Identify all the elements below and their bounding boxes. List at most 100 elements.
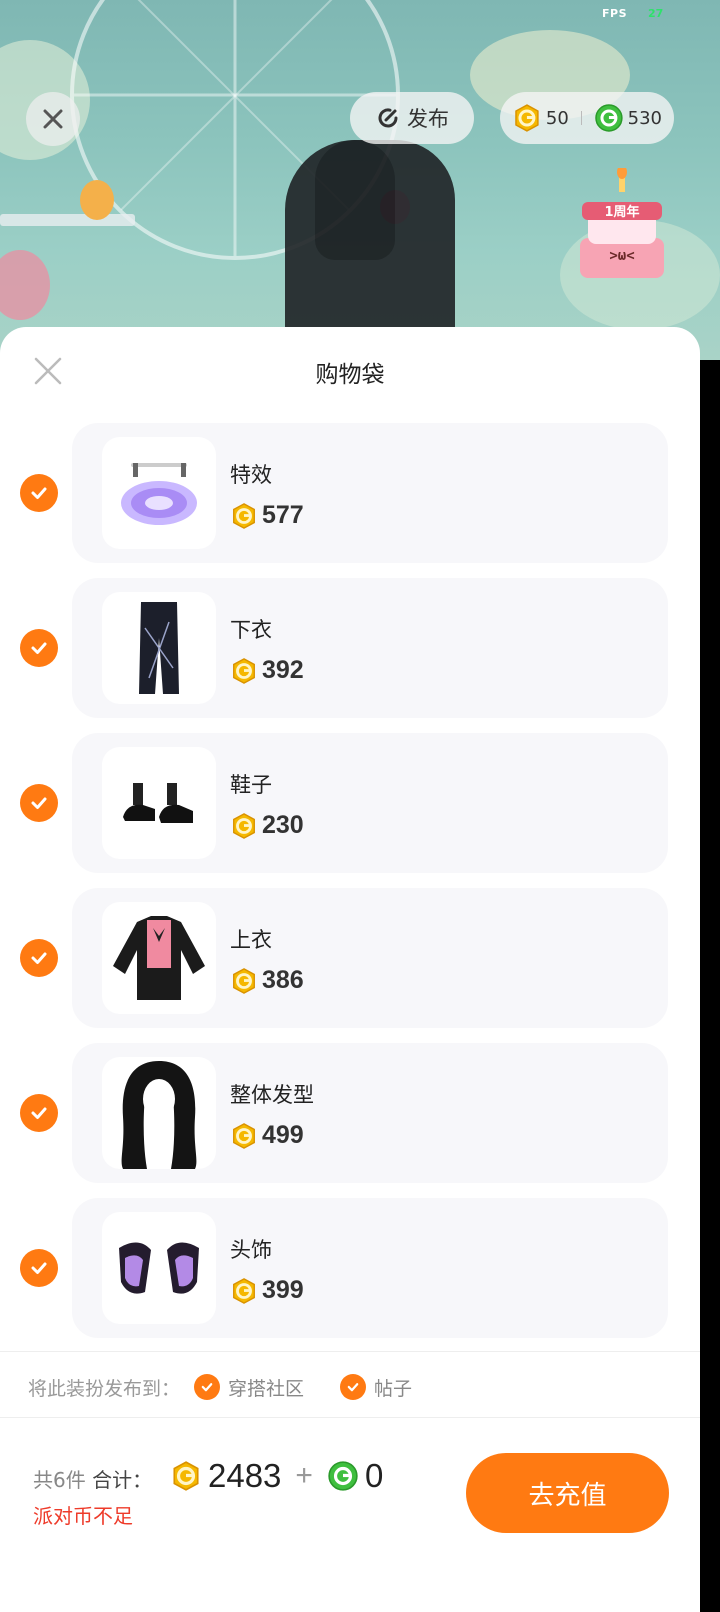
gold-coin-icon (233, 1122, 255, 1149)
gold-coin-icon (233, 502, 255, 529)
option-label: 穿搭社区 (228, 1377, 305, 1400)
shoes-icon (123, 783, 193, 823)
option-checkbox[interactable] (340, 1374, 367, 1400)
check-icon (31, 487, 47, 499)
gold-coin-icon (233, 657, 255, 684)
green-coin-icon (595, 104, 623, 132)
item-price: 386 (230, 966, 304, 995)
item-thumbnail (102, 592, 216, 704)
balloon (80, 180, 114, 220)
plus-sign: + (295, 1459, 313, 1492)
gold-coin-icon (233, 1277, 255, 1304)
cake-text: 1周年 (604, 204, 639, 220)
pants-icon (139, 602, 179, 694)
effect-ring-icon (121, 463, 197, 525)
sheet-title: 购物袋 (315, 362, 385, 388)
green-coin-icon (328, 1461, 358, 1491)
gold-coin-icon (233, 967, 255, 994)
item-price-value: 386 (262, 966, 304, 994)
gold-total: 2483 (208, 1457, 282, 1494)
item-thumbnail (102, 1057, 216, 1169)
anniversary-cake-button[interactable]: 1周年 >ω< (570, 165, 674, 286)
item-checkbox[interactable] (20, 629, 58, 667)
item-price: 230 (230, 811, 304, 840)
divider (580, 111, 582, 125)
check-icon (31, 1262, 47, 1274)
item-name: 鞋子 (230, 773, 272, 797)
divider (0, 1417, 700, 1418)
item-thumbnail (102, 747, 216, 859)
check-icon (201, 1383, 213, 1392)
fps-label: FPS (602, 7, 627, 20)
item-checkbox[interactable] (20, 1094, 58, 1132)
item-card[interactable]: 头饰 399 (72, 1198, 668, 1338)
balloon (0, 250, 50, 320)
item-name: 特效 (230, 463, 272, 487)
gold-coin-icon (173, 1461, 199, 1491)
item-thumbnail (102, 437, 216, 549)
scene-platform (0, 214, 135, 226)
cake-icon: 1周年 >ω< (580, 165, 664, 278)
ears-icon (119, 1242, 199, 1294)
item-price: 577 (230, 501, 304, 530)
hair-icon (121, 1061, 197, 1169)
item-name: 上衣 (230, 928, 272, 952)
check-icon (347, 1383, 359, 1392)
item-count-summary: 共6件 合计： (33, 1464, 152, 1493)
item-name: 头饰 (230, 1238, 272, 1262)
green-total: 0 (364, 1457, 384, 1494)
item-name: 整体发型 (230, 1083, 314, 1107)
publish-to-label: 将此装扮发布到： (28, 1377, 181, 1400)
option-checkbox[interactable] (194, 1374, 221, 1400)
check-icon (31, 1107, 47, 1119)
close-icon (43, 109, 63, 129)
shopping-bag-sheet: 购物袋 特效 577 下衣 392 鞋子 230 上衣 386 整体发型 499… (0, 327, 700, 1612)
item-price-value: 392 (262, 656, 304, 684)
publish-label: 发布 (407, 107, 449, 131)
item-checkbox[interactable] (20, 784, 58, 822)
total-price: 2483 + 0 (170, 1457, 383, 1495)
publish-option-community[interactable]: 穿搭社区 (194, 1374, 304, 1401)
item-price-value: 230 (262, 811, 304, 839)
item-price: 392 (230, 656, 304, 685)
item-checkbox[interactable] (20, 1249, 58, 1287)
divider (0, 1351, 700, 1352)
item-price: 399 (230, 1276, 304, 1305)
cart-item[interactable]: 鞋子 230 (0, 733, 700, 873)
item-card[interactable]: 下衣 392 (72, 578, 668, 718)
publish-to-row: 将此装扮发布到： 穿搭社区 帖子 (28, 1372, 412, 1402)
item-thumbnail (102, 1212, 216, 1324)
publish-icon (378, 108, 398, 128)
item-checkbox[interactable] (20, 939, 58, 977)
publish-button[interactable]: 发布 (350, 92, 474, 144)
cart-item[interactable]: 头饰 399 (0, 1198, 700, 1338)
jacket-icon (113, 916, 205, 1000)
check-icon (31, 642, 47, 654)
item-card[interactable]: 特效 577 (72, 423, 668, 563)
gold-balance: 50 (545, 107, 569, 129)
gold-coin-icon (515, 104, 539, 132)
currency-balance[interactable]: 50 530 (500, 92, 674, 144)
cart-item[interactable]: 下衣 392 (0, 578, 700, 718)
item-card[interactable]: 上衣 386 (72, 888, 668, 1028)
item-name: 下衣 (230, 618, 272, 642)
svg-text:>ω<: >ω< (609, 248, 634, 264)
total-label: 合计： (92, 1468, 153, 1492)
cart-item[interactable]: 特效 577 (0, 423, 700, 563)
item-price-value: 499 (262, 1121, 304, 1149)
check-icon (31, 797, 47, 809)
close-button[interactable] (26, 92, 80, 146)
recharge-button[interactable]: 去充值 (466, 1453, 669, 1533)
publish-option-post[interactable]: 帖子 (340, 1374, 412, 1401)
cart-item[interactable]: 上衣 386 (0, 888, 700, 1028)
cart-item[interactable]: 整体发型 499 (0, 1043, 700, 1183)
green-balance: 530 (627, 107, 663, 129)
check-icon (31, 952, 47, 964)
item-price: 499 (230, 1121, 304, 1150)
gold-coin-icon (233, 812, 255, 839)
item-card[interactable]: 整体发型 499 (72, 1043, 668, 1183)
fps-value: 27 (648, 7, 664, 20)
item-card[interactable]: 鞋子 230 (72, 733, 668, 873)
item-checkbox[interactable] (20, 474, 58, 512)
item-thumbnail (102, 902, 216, 1014)
